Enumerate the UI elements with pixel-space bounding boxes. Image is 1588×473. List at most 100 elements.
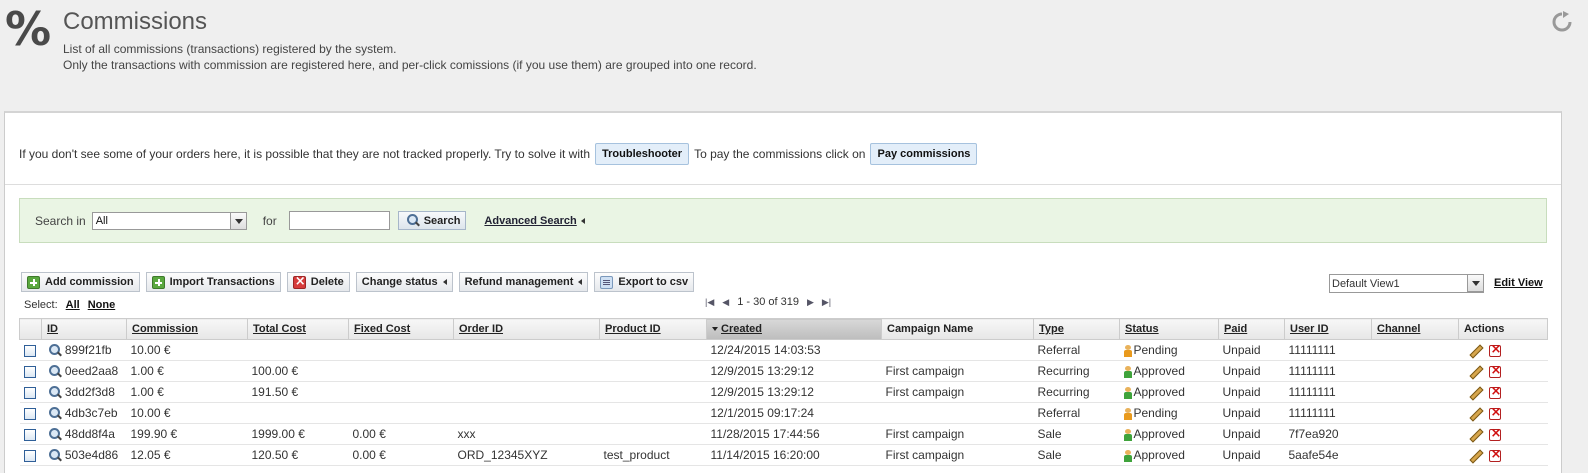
table-row: 503e4d86 12.05 € 120.50 € 0.00 € ORD_123…	[19, 444, 1548, 466]
row-checkbox-cell	[19, 423, 42, 445]
order-id-cell	[453, 402, 600, 424]
change-status-button[interactable]: Change status	[355, 272, 453, 292]
edit-icon[interactable]	[1469, 366, 1481, 378]
col-id[interactable]: ID	[41, 318, 127, 340]
type-cell: Referral	[1033, 402, 1120, 424]
col-order-id[interactable]: Order ID	[453, 318, 600, 340]
pay-commissions-button[interactable]: Pay commissions	[870, 143, 978, 165]
magnifier-icon[interactable]	[48, 386, 62, 399]
row-checkbox[interactable]	[23, 428, 36, 441]
fixed-cost-cell: 0.00 €	[348, 423, 454, 445]
delete-icon[interactable]	[1488, 405, 1501, 420]
last-page-icon[interactable]: ▶|	[822, 297, 831, 308]
select-label: Select:	[24, 299, 58, 311]
delete-button[interactable]: Delete	[286, 272, 350, 292]
col-fixed-cost[interactable]: Fixed Cost	[348, 318, 454, 340]
col-paid[interactable]: Paid	[1218, 318, 1285, 340]
search-scope-value: All	[95, 214, 108, 227]
magnifier-icon[interactable]	[48, 428, 62, 441]
col-user-id[interactable]: User ID	[1284, 318, 1372, 340]
delete-icon[interactable]	[1488, 363, 1501, 378]
import-transactions-button[interactable]: Import Transactions	[145, 272, 281, 292]
channel-cell	[1371, 423, 1459, 445]
fixed-cost-cell	[348, 339, 454, 361]
row-checkbox[interactable]	[23, 407, 36, 420]
col-commission[interactable]: Commission	[126, 318, 248, 340]
delete-icon[interactable]	[1488, 384, 1501, 399]
fixed-cost-cell	[348, 381, 454, 403]
row-checkbox[interactable]	[23, 344, 36, 357]
commission-cell: 1.00 €	[126, 360, 248, 382]
col-product-id[interactable]: Product ID	[599, 318, 707, 340]
button-label: Refund management	[464, 276, 574, 288]
magnifier-icon[interactable]	[48, 449, 62, 462]
id-value: 503e4d86	[64, 447, 119, 462]
magnifier-icon[interactable]	[48, 407, 62, 420]
refresh-icon[interactable]	[1550, 10, 1574, 34]
plus-icon	[151, 275, 165, 289]
row-checkbox[interactable]	[23, 386, 36, 399]
advanced-search-link[interactable]: Advanced Search	[484, 215, 585, 227]
user-id-cell: 11111111	[1284, 360, 1372, 382]
commission-cell: 1.00 €	[126, 381, 248, 403]
magnifier-icon[interactable]	[48, 365, 62, 378]
channel-cell	[1371, 381, 1459, 403]
next-page-icon[interactable]: ▶	[807, 297, 814, 308]
edit-view-link[interactable]: Edit View	[1494, 277, 1543, 289]
status-person-icon	[1123, 344, 1132, 357]
refund-management-button[interactable]: Refund management	[458, 272, 589, 292]
edit-icon[interactable]	[1469, 408, 1481, 420]
chevron-down-icon[interactable]	[229, 211, 247, 230]
col-channel[interactable]: Channel	[1371, 318, 1459, 340]
edit-icon[interactable]	[1469, 345, 1481, 357]
delete-icon[interactable]	[1488, 426, 1501, 441]
row-checkbox-cell	[19, 381, 42, 403]
campaign-cell: First campaign	[881, 444, 1034, 466]
add-commission-button[interactable]: Add commission	[21, 272, 140, 292]
info-line: If you don't see some of your orders her…	[19, 143, 978, 165]
search-scope-select[interactable]: All	[91, 211, 247, 230]
edit-icon[interactable]	[1469, 429, 1481, 441]
col-status[interactable]: Status	[1119, 318, 1219, 340]
col-type[interactable]: Type	[1033, 318, 1120, 340]
col-created[interactable]: Created	[706, 318, 882, 340]
magnifier-icon[interactable]	[48, 344, 62, 357]
search-button[interactable]: Search	[397, 211, 467, 230]
type-cell: Referral	[1033, 339, 1120, 361]
status-cell: Approved	[1119, 423, 1219, 445]
delete-icon[interactable]	[1488, 447, 1501, 462]
edit-icon[interactable]	[1469, 387, 1481, 399]
edit-icon[interactable]	[1469, 450, 1481, 462]
chevron-down-icon[interactable]	[1467, 274, 1484, 292]
first-page-icon[interactable]: |◀	[705, 297, 714, 308]
troubleshooter-button[interactable]: Troubleshooter	[595, 143, 690, 165]
row-checkbox-cell	[19, 339, 42, 361]
button-label: Import Transactions	[169, 276, 275, 288]
search-input[interactable]	[288, 211, 390, 230]
channel-cell	[1371, 360, 1459, 382]
button-label: Export to csv	[618, 276, 689, 288]
toolbar: Add commission Import Transactions Delet…	[21, 272, 695, 292]
user-id-cell: 11111111	[1284, 381, 1372, 403]
campaign-cell	[881, 402, 1034, 424]
col-total-cost[interactable]: Total Cost	[247, 318, 349, 340]
info-text: If you don't see some of your orders her…	[19, 147, 591, 161]
status-value: Approved	[1133, 364, 1185, 378]
id-cell: 899f21fb	[41, 339, 127, 361]
for-label: for	[262, 213, 277, 228]
view-select[interactable]: Default View1	[1329, 274, 1484, 293]
caret-left-icon	[442, 279, 447, 285]
export-csv-button[interactable]: Export to csv	[594, 272, 695, 292]
row-checkbox[interactable]	[23, 365, 36, 378]
row-checkbox[interactable]	[23, 449, 36, 462]
delete-icon[interactable]	[1488, 342, 1501, 357]
id-cell: 4db3c7eb	[41, 402, 127, 424]
prev-page-icon[interactable]: ◀	[722, 297, 729, 308]
channel-cell	[1371, 339, 1459, 361]
user-id-cell: 11111111	[1284, 402, 1372, 424]
button-label: Add commission	[45, 276, 134, 288]
select-all-link[interactable]: All	[66, 299, 80, 311]
row-checkbox-cell	[19, 360, 42, 382]
select-none-link[interactable]: None	[88, 299, 116, 311]
search-button-label: Search	[423, 214, 461, 227]
